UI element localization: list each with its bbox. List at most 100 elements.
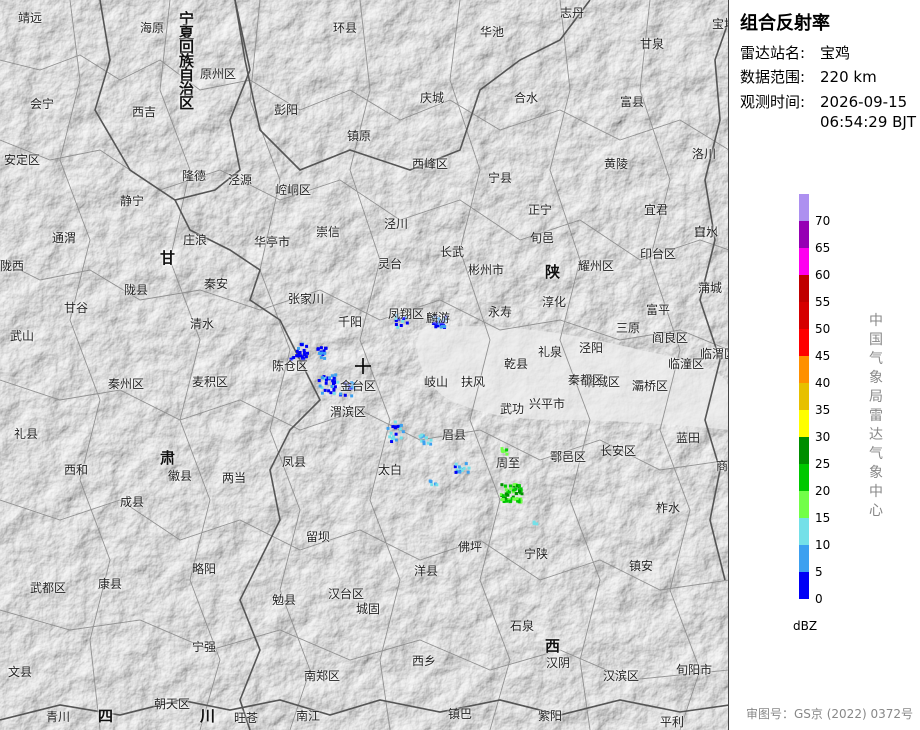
place-label: 太白 xyxy=(378,463,403,477)
time-label: 观测时间: xyxy=(740,93,806,111)
place-label: 安定区 xyxy=(4,153,41,167)
place-label: 原州区 xyxy=(200,67,237,81)
radar-echo-pixel xyxy=(332,388,336,392)
place-label: 富县 xyxy=(620,95,645,109)
legend-tick-label: 25 xyxy=(815,457,831,471)
time-row: 观测时间: 2026-09-15 xyxy=(740,93,907,111)
legend-tick-label: 20 xyxy=(815,484,831,498)
radar-echo-pixel xyxy=(500,483,504,487)
radar-echo-pixel xyxy=(329,391,333,395)
province-label-si: 四 xyxy=(98,707,114,725)
place-label: 白水 xyxy=(694,225,719,239)
map-approval-number: 审图号：GS京 (2022) 0372号 xyxy=(746,707,913,721)
place-label: 文县 xyxy=(8,665,33,679)
place-label: 长安区 xyxy=(600,444,637,458)
place-label: 长武 xyxy=(440,245,465,259)
place-label: 耀州区 xyxy=(578,259,615,273)
radar-echo-pixel xyxy=(302,348,306,352)
place-label: 临潼区 xyxy=(668,357,705,371)
place-label: 礼泉 xyxy=(538,345,563,359)
radar-echo-pixel xyxy=(297,347,300,350)
info-panel: 组合反射率 雷达站名: 宝鸡 数据范围: 220 km 观测时间: 2026-0… xyxy=(729,0,920,730)
radar-echo-pixel xyxy=(300,343,304,347)
radar-echo-pixel xyxy=(388,435,392,439)
place-label: 秦安 xyxy=(204,277,229,291)
radar-echo-pixel xyxy=(512,483,516,487)
radar-echo-pixel xyxy=(508,500,512,504)
radar-echo-pixel xyxy=(330,385,334,388)
place-label: 静宁 xyxy=(120,194,145,208)
radar-echo-pixel xyxy=(391,425,395,429)
radar-echo-pixel xyxy=(464,462,468,466)
place-label: 宁强 xyxy=(192,640,217,654)
radar-echo-pixel xyxy=(350,394,354,398)
radar-echo-pixel xyxy=(396,325,400,329)
radar-echo-pixel xyxy=(394,438,398,442)
place-label: 凤县 xyxy=(282,455,307,469)
radar-echo-pixel xyxy=(394,323,398,326)
legend-tick-label: 45 xyxy=(815,349,831,363)
place-label: 洛川 xyxy=(692,147,717,161)
radar-echo-pixel xyxy=(320,391,324,395)
place-label: 印台区 xyxy=(640,247,677,261)
radar-echo-pixel xyxy=(399,436,403,440)
radar-echo-pixel xyxy=(429,480,433,484)
radar-echo-pixel xyxy=(389,431,393,435)
place-label: 紫阳 xyxy=(538,709,563,723)
place-label: 西吉 xyxy=(132,105,157,119)
place-label: 灵台 xyxy=(378,257,403,271)
radar-echo-pixel xyxy=(399,423,403,427)
legend-swatch xyxy=(799,275,809,302)
legend-swatch xyxy=(799,383,809,410)
radar-echo-pixel xyxy=(390,437,394,441)
legend-swatch xyxy=(799,329,809,356)
place-label: 淳化 xyxy=(542,295,567,309)
place-label: 两当 xyxy=(222,471,247,485)
radar-echo-pixel xyxy=(390,440,394,443)
legend-swatch xyxy=(799,221,809,248)
radar-echo-pixel xyxy=(517,500,521,504)
radar-map[interactable]: 宁夏回族自治区 甘 肃 陕 西 四 川 靖远海原 环县 华池 志丹宝塔区甘泉会宁 原州区… xyxy=(0,0,729,730)
radar-echo-pixel xyxy=(501,450,505,453)
legend-tick-label: 40 xyxy=(815,376,831,390)
place-label: 旬阳市 xyxy=(676,663,713,677)
place-label: 武山 xyxy=(10,329,35,343)
legend-tick-label: 55 xyxy=(815,295,831,309)
place-label: 镇原 xyxy=(347,129,372,143)
place-label: 崇信 xyxy=(316,225,341,239)
place-label: 旬邑 xyxy=(530,231,555,245)
place-label: 宁县 xyxy=(488,171,513,185)
radar-echo-pixel xyxy=(462,466,466,470)
radar-echo-pixel xyxy=(514,487,518,491)
radar-echo-pixel xyxy=(430,483,434,487)
place-label: 海原 xyxy=(140,21,165,35)
radar-echo-pixel xyxy=(506,493,510,497)
radar-echo-pixel xyxy=(532,522,536,526)
radar-echo-pixel xyxy=(504,488,508,492)
place-label: 彬州市 xyxy=(468,263,505,277)
legend-swatch xyxy=(799,194,809,221)
radar-echo-pixel xyxy=(333,385,337,389)
radar-echo-pixel xyxy=(514,492,518,495)
place-label: 南郑区 xyxy=(304,669,341,683)
radar-station-marker-icon xyxy=(355,358,371,374)
province-label-ningxia: 宁夏回族自治区 xyxy=(179,10,195,112)
place-label: 清水 xyxy=(190,317,215,331)
radar-echo-pixel xyxy=(401,430,405,434)
place-label: 华亭市 xyxy=(254,235,291,249)
radar-echo-pixel xyxy=(503,484,507,488)
radar-echo-pixel xyxy=(386,426,390,430)
radar-echo-pixel xyxy=(505,499,509,503)
place-label: 朝天区 xyxy=(154,697,191,711)
place-label: 靖远 xyxy=(18,11,43,25)
legend-tick-label: 50 xyxy=(815,322,831,336)
place-label: 秦都区 xyxy=(568,373,605,387)
place-label: 略阳 xyxy=(192,562,217,576)
place-label: 西峰区 xyxy=(412,157,449,171)
place-label: 城固 xyxy=(356,602,381,616)
place-label: 合水 xyxy=(514,91,539,105)
place-label: 佛坪 xyxy=(458,540,483,554)
time-value-clock: 06:54:29 BJT xyxy=(820,113,917,131)
place-label: 西和 xyxy=(64,463,89,477)
radar-echo-pixel xyxy=(398,427,402,431)
